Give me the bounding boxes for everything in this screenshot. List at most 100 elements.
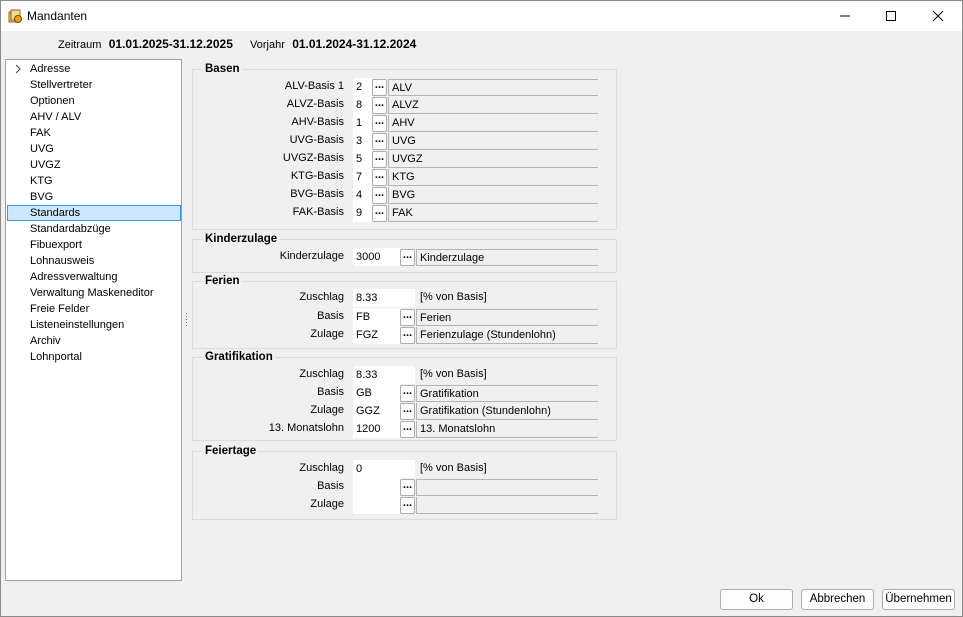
title-bar: Mandanten	[1, 1, 962, 31]
minimize-button[interactable]	[822, 1, 868, 31]
feiertage-zulage-lookup-button[interactable]: ...	[400, 497, 415, 514]
feiertage-zulage-label: Zulage	[310, 498, 344, 510]
nav-item-freie-felder[interactable]: Freie Felder	[7, 301, 181, 317]
bvg-basis-row: BVG-Basis 4 ... BVG	[193, 186, 616, 204]
ferien-basis-input[interactable]: FB	[353, 308, 400, 326]
ktg-basis-input[interactable]: 7	[353, 168, 372, 186]
ahv-basis-label: AHV-Basis	[291, 116, 344, 128]
chevron-right-icon[interactable]	[14, 64, 22, 74]
kinderzulage-lookup-button[interactable]: ...	[400, 249, 415, 266]
nav-item-uvgz[interactable]: UVGZ	[7, 157, 181, 173]
kinderzulage-input[interactable]: 3000	[353, 248, 400, 266]
nav-item-uvg[interactable]: UVG	[7, 141, 181, 157]
feiertage-zuschlag-label: Zuschlag	[299, 462, 344, 474]
gratifikation-basis-lookup-button[interactable]: ...	[400, 385, 415, 402]
cancel-button[interactable]: Abbrechen	[801, 589, 874, 610]
ferien-zulage-lookup-button[interactable]: ...	[400, 327, 415, 344]
ferien-zuschlag-input[interactable]: 8.33	[353, 289, 415, 307]
nav-item-ahv-alv[interactable]: AHV / ALV	[7, 109, 181, 125]
nav-item-stellvertreter[interactable]: Stellvertreter	[7, 77, 181, 93]
feiertage-group: Feiertage Zuschlag 0 [% von Basis] Basis…	[192, 445, 617, 520]
ferien-zulage-input[interactable]: FGZ	[353, 326, 400, 344]
nav-item-label: UVGZ	[30, 159, 61, 171]
nav-item-lohnausweis[interactable]: Lohnausweis	[7, 253, 181, 269]
nav-item-label: Adresse	[30, 63, 71, 75]
uvgz-basis-label: UVGZ-Basis	[282, 152, 344, 164]
nav-item-ktg[interactable]: KTG	[7, 173, 181, 189]
ferien-zulage-row: Zulage FGZ ... Ferienzulage (Stundenlohn…	[193, 326, 616, 344]
gratifikation-zulage-label: Zulage	[310, 404, 344, 416]
nav-item-adresse[interactable]: Adresse	[7, 61, 181, 77]
previous-year-label: Vorjahr	[250, 39, 285, 51]
alvz-basis-lookup-button[interactable]: ...	[372, 97, 387, 114]
gratifikation-group: Gratifikation Zuschlag 8.33 [% von Basis…	[192, 351, 617, 441]
uvgz-basis-input[interactable]: 5	[353, 150, 372, 168]
uvg-basis-input[interactable]: 3	[353, 132, 372, 150]
feiertage-zulage-input[interactable]	[353, 496, 400, 514]
feiertage-basis-lookup-button[interactable]: ...	[400, 479, 415, 496]
close-button[interactable]	[915, 1, 961, 31]
gratifikation-zulage-lookup-button[interactable]: ...	[400, 403, 415, 420]
ktg-basis-lookup-button[interactable]: ...	[372, 169, 387, 186]
close-icon	[932, 10, 944, 22]
nav-item-label: AHV / ALV	[30, 111, 82, 123]
previous-year-value: 01.01.2024-31.12.2024	[292, 37, 417, 51]
nav-item-verwaltung-maskeneditor[interactable]: Verwaltung Maskeneditor	[7, 285, 181, 301]
nav-item-label: Adressverwaltung	[30, 271, 118, 283]
nav-item-standardabzuege[interactable]: Standardabzüge	[7, 221, 181, 237]
maximize-button[interactable]	[868, 1, 914, 31]
gratifikation-basis-input[interactable]: GB	[353, 384, 400, 402]
nav-item-label: Fibuexport	[30, 239, 82, 251]
kinderzulage-description: Kinderzulage	[416, 249, 598, 266]
gratifikation-zuschlag-input[interactable]: 8.33	[353, 366, 415, 384]
ferien-basis-description: Ferien	[416, 309, 598, 326]
uvg-basis-lookup-button[interactable]: ...	[372, 133, 387, 150]
ferien-group: Ferien Zuschlag 8.33 [% von Basis] Basis…	[192, 275, 617, 349]
nav-item-optionen[interactable]: Optionen	[7, 93, 181, 109]
fak-basis-lookup-button[interactable]: ...	[372, 205, 387, 222]
fak-basis-description: FAK	[388, 205, 598, 222]
alvz-basis-input[interactable]: 8	[353, 96, 372, 114]
nav-item-label: Lohnportal	[30, 351, 82, 363]
nav-item-fak[interactable]: FAK	[7, 125, 181, 141]
gratifikation-basis-label: Basis	[317, 386, 344, 398]
fak-basis-input[interactable]: 9	[353, 204, 372, 222]
nav-item-bvg[interactable]: BVG	[7, 189, 181, 205]
bvg-basis-input[interactable]: 4	[353, 186, 372, 204]
nav-item-fibuexport[interactable]: Fibuexport	[7, 237, 181, 253]
nav-item-standards[interactable]: Standards	[7, 205, 181, 221]
nav-item-label: Stellvertreter	[30, 79, 93, 91]
ahv-basis-input[interactable]: 1	[353, 114, 372, 132]
ferien-basis-lookup-button[interactable]: ...	[400, 309, 415, 326]
gratifikation-basis-row: Basis GB ... Gratifikation	[193, 384, 616, 402]
nav-item-adressverwaltung[interactable]: Adressverwaltung	[7, 269, 181, 285]
feiertage-zuschlag-input[interactable]: 0	[353, 460, 415, 478]
monatslohn-input[interactable]: 1200	[353, 420, 400, 438]
gratifikation-zulage-input[interactable]: GGZ	[353, 402, 400, 420]
nav-item-archiv[interactable]: Archiv	[7, 333, 181, 349]
nav-item-label: Listeneinstellungen	[30, 319, 125, 331]
monatslohn-lookup-button[interactable]: ...	[400, 421, 415, 438]
gratifikation-zulage-description: Gratifikation (Stundenlohn)	[416, 403, 598, 420]
feiertage-basis-description	[416, 479, 598, 496]
uvgz-basis-lookup-button[interactable]: ...	[372, 151, 387, 168]
feiertage-basis-input[interactable]	[353, 478, 400, 496]
apply-button[interactable]: Übernehmen	[882, 589, 955, 610]
bvg-basis-lookup-button[interactable]: ...	[372, 187, 387, 204]
period-value: 01.01.2025-31.12.2025	[108, 37, 233, 51]
nav-item-listeneinstellungen[interactable]: Listeneinstellungen	[7, 317, 181, 333]
uvg-basis-label: UVG-Basis	[289, 134, 344, 146]
splitter-grip-icon[interactable]	[185, 313, 188, 327]
alv-basis-1-lookup-button[interactable]: ...	[372, 79, 387, 96]
nav-item-label: Optionen	[30, 95, 75, 107]
ktg-basis-label: KTG-Basis	[290, 170, 344, 182]
nav-item-lohnportal[interactable]: Lohnportal	[7, 349, 181, 365]
monatslohn-description: 13. Monatslohn	[416, 421, 598, 438]
ferien-basis-row: Basis FB ... Ferien	[193, 308, 616, 326]
ahv-basis-lookup-button[interactable]: ...	[372, 115, 387, 132]
alv-basis-1-input[interactable]: 2	[353, 78, 372, 96]
navigation-list: Adresse Stellvertreter Optionen AHV / AL…	[5, 59, 182, 581]
ferien-basis-label: Basis	[317, 310, 344, 322]
feiertage-zuschlag-row: Zuschlag 0 [% von Basis]	[193, 460, 616, 478]
ok-button[interactable]: Ok	[720, 589, 793, 610]
